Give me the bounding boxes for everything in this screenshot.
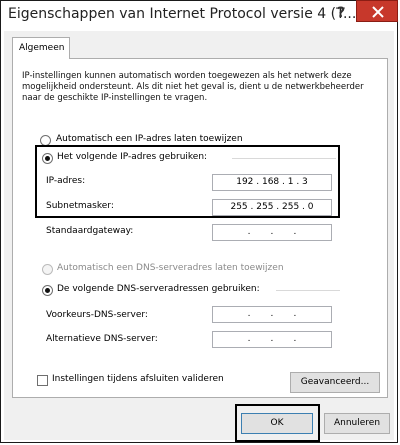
preferred-dns-label: Voorkeurs-DNS-server: [46,310,148,320]
radio-auto-ip-label: Automatisch een IP-adres laten toewijzen [56,134,243,144]
cancel-button[interactable]: Annuleren [324,413,390,434]
alternate-dns-label: Alternatieve DNS-server: [46,334,158,344]
subnet-mask-field[interactable]: 255 . 255 . 255 . 0 [212,199,332,216]
ok-button[interactable]: OK [241,413,313,434]
ip-address-field[interactable]: 192 . 168 . 1 . 3 [212,174,332,191]
radio-manual-ip-label: Het volgende IP-adres gebruiken: [57,152,208,162]
help-button[interactable]: ? [332,4,350,22]
close-button[interactable] [356,0,398,22]
preferred-dns-field[interactable]: . . . [212,306,332,323]
advanced-button[interactable]: Geavanceerd... [290,372,380,393]
default-gateway-field[interactable]: . . . [212,224,332,241]
description-text: IP-instellingen kunnen automatisch worde… [22,71,364,103]
ip-address-label: IP-adres: [46,176,86,186]
dns-group-separator [276,290,340,291]
validate-label: Instellingen tijdens afsluiten valideren [52,374,224,384]
default-gateway-label: Standaardgateway: [46,226,134,236]
window-title: Eigenschappen van Internet Protocol vers… [8,6,357,22]
subnet-mask-label: Subnetmasker: [46,201,114,211]
close-icon [372,6,384,18]
radio-auto-dns-label: Automatisch een DNS-serveradres laten to… [57,263,284,273]
alternate-dns-field[interactable]: . . . [212,331,332,348]
radio-auto-dns[interactable] [42,264,53,275]
tab-label: Algemeen [19,43,65,53]
radio-manual-ip[interactable] [42,153,53,164]
validate-checkbox[interactable] [37,375,48,386]
radio-manual-dns[interactable] [42,285,53,296]
tab-algemeen[interactable]: Algemeen [12,37,70,59]
radio-manual-dns-label: De volgende DNS-serveradressen gebruiken… [57,284,260,294]
ip-group-separator [232,158,336,159]
